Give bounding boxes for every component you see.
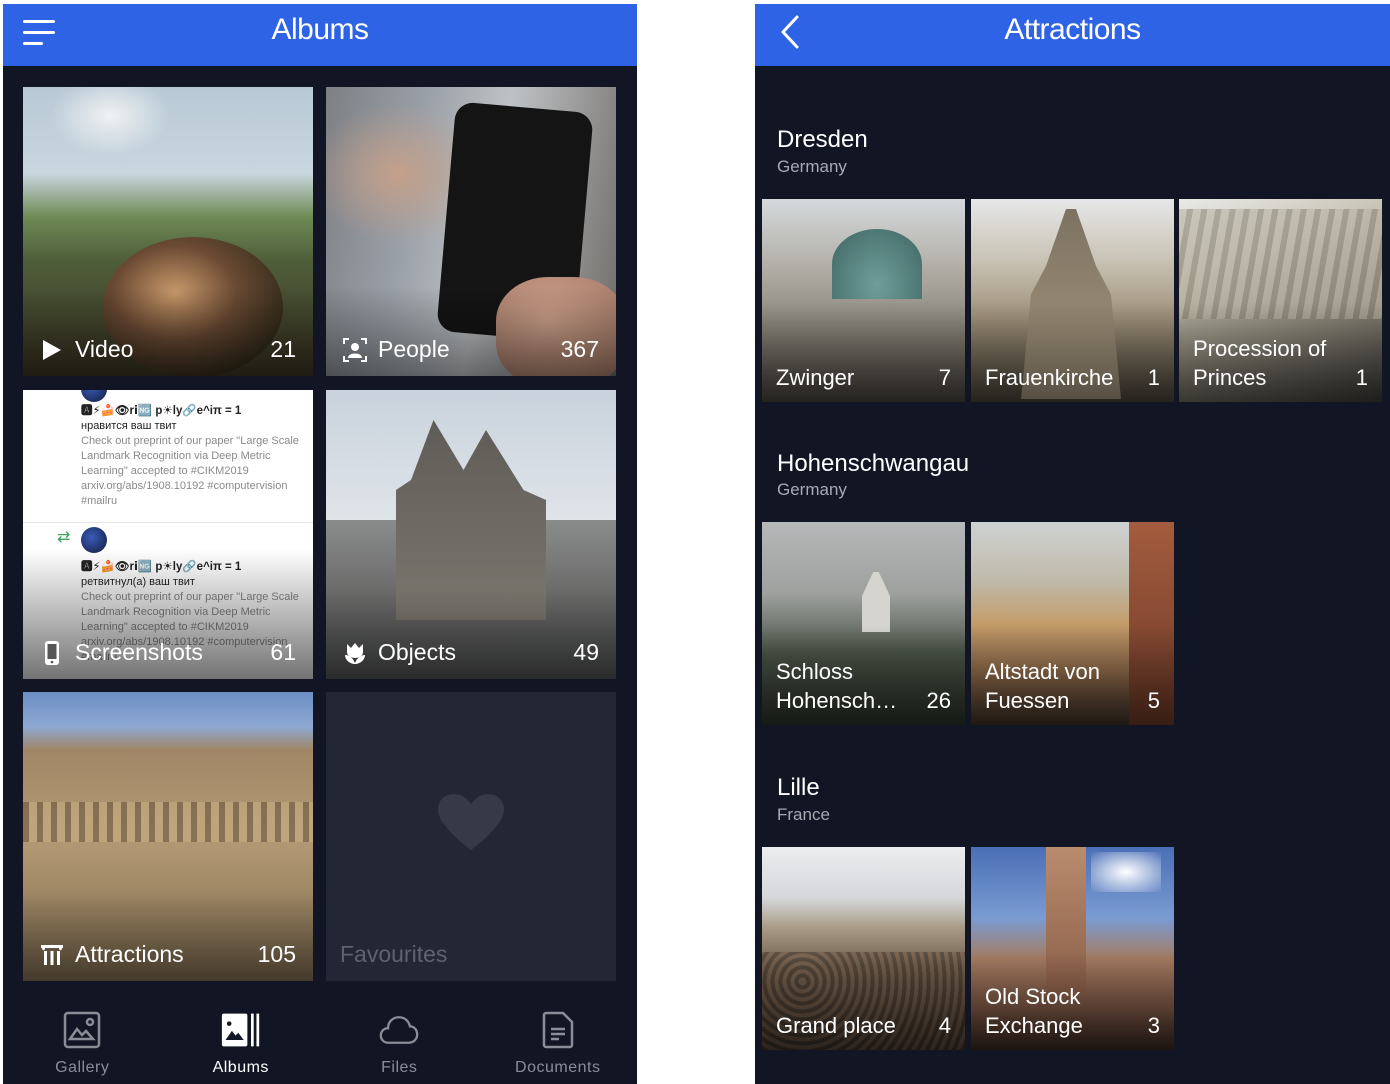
attraction-name: Zwinger — [776, 365, 855, 390]
album-people[interactable]: People 367 — [326, 87, 616, 376]
cloud-icon — [379, 1010, 419, 1050]
nav-documents[interactable]: Documents — [479, 999, 638, 1084]
attraction-tile[interactable]: Old Stock Exchange 3 — [971, 847, 1174, 1050]
album-name: Objects — [378, 639, 456, 665]
section-city: Hohenschwangau — [777, 450, 970, 477]
album-name: Video — [75, 336, 134, 362]
section-country: Germany — [777, 157, 847, 176]
album-count: 49 — [573, 639, 599, 665]
album-video[interactable]: Video 21 — [23, 87, 313, 376]
tweet-preview: 🅰⚡🍰👁rⅰ🆖 p☀ly🔗e^iπ = 1 нравится ваш твит … — [81, 405, 299, 507]
album-name: People — [378, 336, 450, 362]
page-title: Attractions — [1004, 13, 1141, 46]
album-name: Favourites — [340, 941, 448, 967]
attraction-tile[interactable]: Frauenkirche 1 — [971, 199, 1174, 402]
album-screenshots[interactable]: 🅰⚡🍰👁rⅰ🆖 p☀ly🔗e^iπ = 1 нравится ваш твит … — [23, 390, 313, 679]
nav-files[interactable]: Files — [320, 999, 479, 1084]
bottom-navigation: Gallery Albums Files Documents — [3, 999, 637, 1084]
album-attractions[interactable]: Attractions 105 — [23, 692, 313, 981]
nav-gallery[interactable]: Gallery — [3, 999, 162, 1084]
gallery-icon — [62, 1010, 102, 1050]
avatar — [81, 390, 107, 402]
albums-icon — [221, 1010, 261, 1050]
album-name: Attractions — [75, 941, 184, 967]
album-objects[interactable]: Objects 49 — [326, 390, 616, 679]
album-favourites[interactable]: Favourites — [326, 692, 616, 981]
section-country: France — [777, 805, 830, 824]
attraction-tile[interactable]: Altstadt von Fuessen 5 — [971, 522, 1174, 725]
page-title: Albums — [271, 13, 369, 46]
attractions-screen: Attractions Dresden Germany Zwinger 7 Fr… — [755, 4, 1390, 1084]
attraction-count: 1 — [1147, 365, 1160, 390]
phone-icon — [39, 640, 65, 666]
attraction-count: 1 — [1355, 365, 1368, 390]
attraction-tile[interactable]: Procession of Princes 1 — [1179, 199, 1382, 402]
attraction-count: 4 — [938, 1013, 951, 1038]
attraction-count: 26 — [926, 688, 951, 713]
heart-icon — [434, 792, 508, 857]
section-city: Dresden — [777, 126, 868, 153]
attraction-count: 5 — [1147, 688, 1160, 713]
section-country: Germany — [777, 480, 847, 499]
attraction-tile[interactable]: Schloss Hohensch… 26 — [762, 522, 965, 725]
retweet-icon: ⇄ — [57, 529, 71, 546]
attractions-header: Attractions — [755, 4, 1390, 66]
albums-header: Albums — [3, 4, 637, 66]
attraction-name: Schloss Hohensch… — [776, 659, 898, 713]
album-name: Screenshots — [75, 639, 203, 665]
attraction-name: Frauenkirche — [985, 365, 1114, 390]
attraction-tile[interactable]: Grand place 4 — [762, 847, 965, 1050]
album-count: 21 — [270, 336, 296, 362]
albums-screen: Albums Video 21 People 367 🅰⚡🍰👁rⅰ🆖 p☀ly🔗… — [3, 4, 637, 1084]
attraction-name: Old Stock Exchange — [985, 984, 1083, 1038]
album-count: 367 — [560, 336, 599, 362]
attraction-count: 3 — [1147, 1013, 1160, 1038]
section-city: Lille — [777, 774, 820, 801]
album-count: 105 — [257, 941, 296, 967]
attraction-name: Procession of Princes — [1193, 336, 1327, 390]
flower-icon — [342, 640, 368, 666]
attraction-name: Grand place — [776, 1013, 896, 1038]
document-icon — [538, 1010, 578, 1050]
nav-albums[interactable]: Albums — [162, 999, 321, 1084]
attraction-tile[interactable]: Zwinger 7 — [762, 199, 965, 402]
landmark-icon — [39, 942, 65, 968]
face-frame-icon — [342, 337, 368, 363]
album-count: 61 — [270, 639, 296, 665]
play-icon — [39, 337, 65, 363]
attraction-name: Altstadt von Fuessen — [985, 659, 1100, 713]
attraction-count: 7 — [938, 365, 951, 390]
